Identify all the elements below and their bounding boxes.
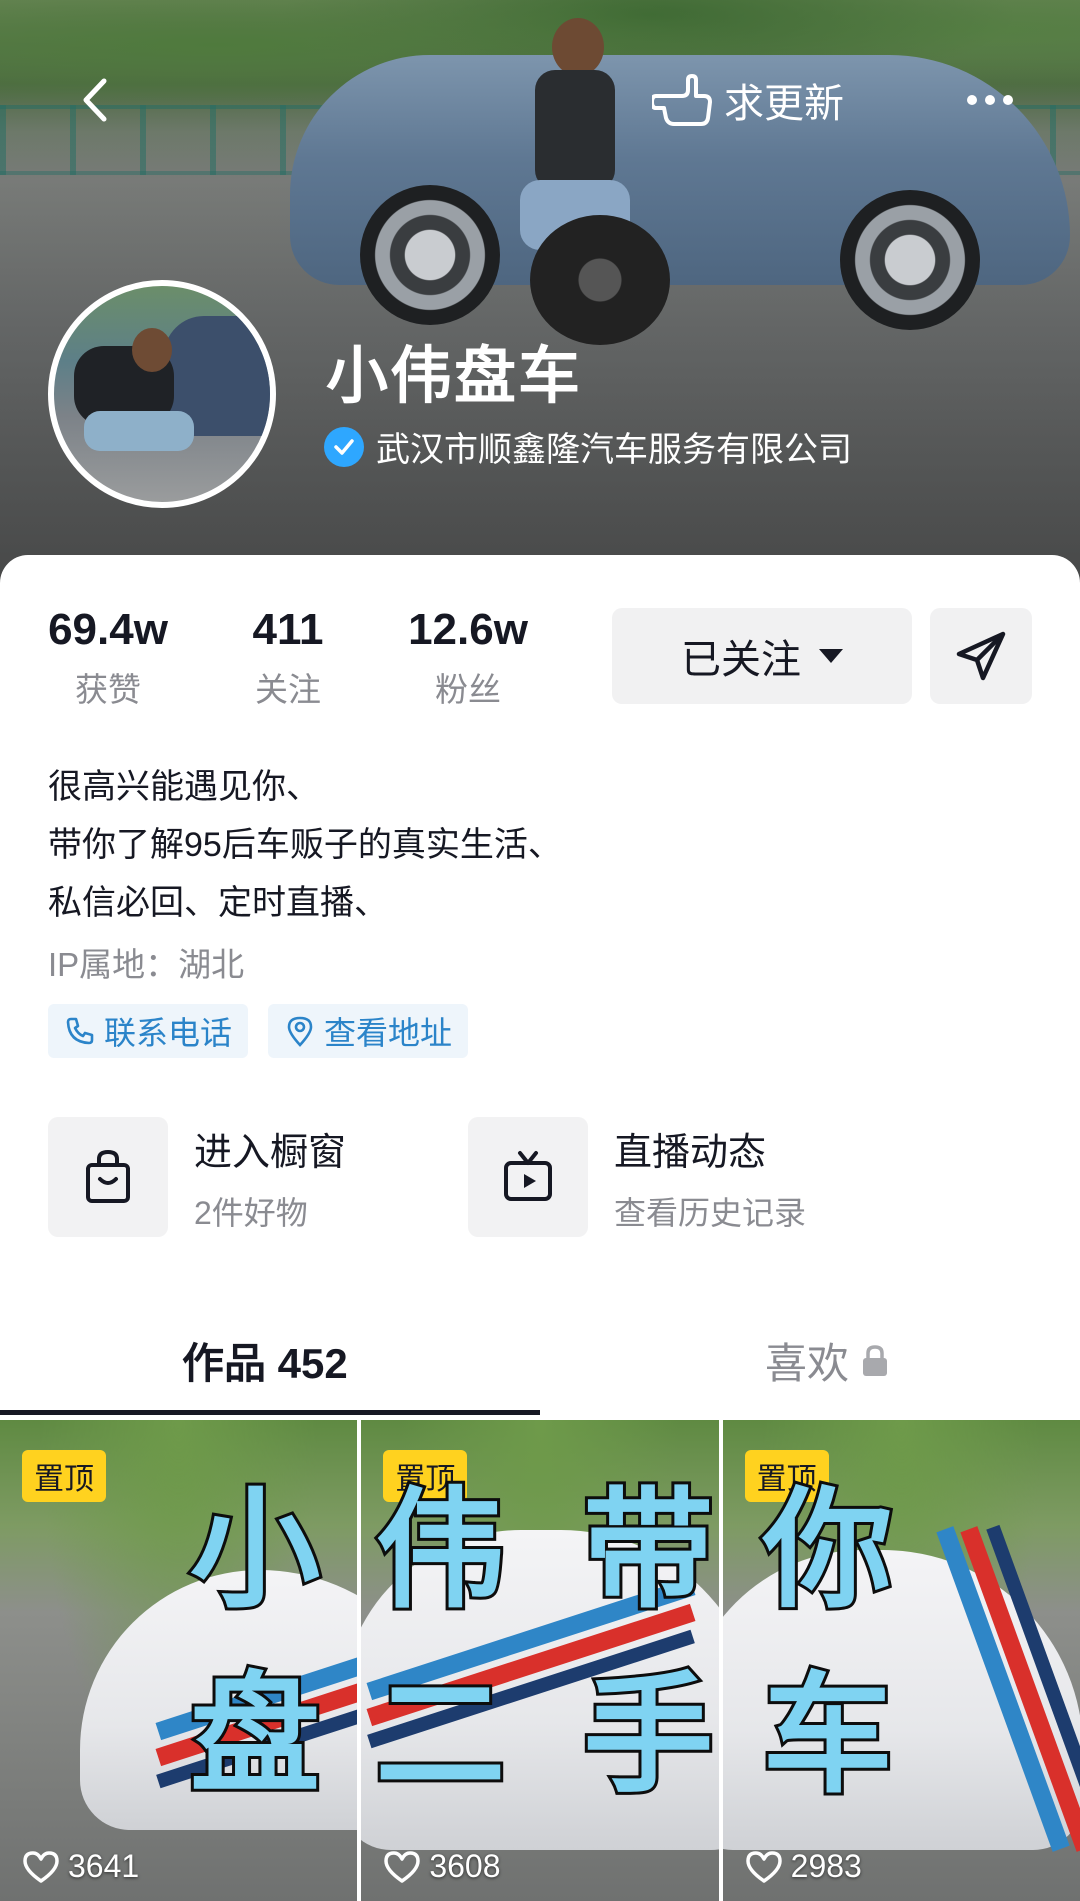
- stat-following-label: 关注: [255, 671, 321, 708]
- overlay-char: 车: [760, 1662, 896, 1808]
- bio-line: 很高兴能遇见你、: [48, 768, 320, 806]
- tab-works[interactable]: 作品 452: [182, 1330, 348, 1391]
- live-activity-title: 直播动态: [614, 1131, 767, 1174]
- message-button[interactable]: [930, 608, 1032, 704]
- video-like-count: 3641: [22, 1848, 139, 1885]
- live-activity-icon-box: [468, 1117, 588, 1237]
- video-grid: 置顶 小 盘 3641 置顶 伟 带 二 手 3608 置顶 你 车 2983: [0, 1420, 1080, 1901]
- verified-badge-icon: [324, 426, 364, 467]
- tv-icon: [504, 1151, 552, 1201]
- stat-likes-label: 获赞: [75, 671, 141, 708]
- send-icon: [956, 631, 1006, 681]
- video-thumbnail[interactable]: 置顶 小 盘 3641: [0, 1420, 358, 1901]
- pointing-hand-icon: [652, 74, 712, 126]
- ip-location: IP属地：湖北: [48, 946, 245, 983]
- banner-car-front-wheel: [360, 185, 500, 325]
- overlay-char: 你: [760, 1477, 896, 1623]
- pinned-badge: 置顶: [22, 1450, 106, 1502]
- overlay-char: 二: [372, 1662, 508, 1808]
- phone-icon: [66, 1017, 94, 1045]
- request-update-button[interactable]: 求更新: [652, 68, 844, 132]
- heart-icon: [384, 1850, 421, 1883]
- video-like-count: 2983: [745, 1848, 862, 1885]
- video-like-count-value: 2983: [790, 1848, 862, 1884]
- stat-following-value: 411: [252, 605, 324, 654]
- view-address-label: 查看地址: [324, 1015, 453, 1051]
- avatar[interactable]: [48, 280, 276, 508]
- shop-window-title: 进入橱窗: [194, 1131, 347, 1174]
- stat-followers[interactable]: 12.6w 粉丝: [406, 605, 530, 711]
- heart-icon: [23, 1850, 59, 1883]
- live-activity-entry[interactable]: 直播动态 查看历史记录: [468, 1117, 806, 1237]
- shop-window-subtitle: 2件好物: [194, 1194, 308, 1231]
- verified-organization[interactable]: 武汉市顺鑫隆汽车服务有限公司: [324, 422, 852, 471]
- caret-down-icon: [819, 649, 843, 663]
- banner-car-rear-wheel: [840, 190, 980, 330]
- stat-followers-value: 12.6w: [408, 605, 528, 654]
- live-activity-subtitle: 查看历史记录: [614, 1194, 807, 1231]
- banner-person: [500, 10, 670, 345]
- tab-likes-label: 喜欢: [765, 1340, 850, 1387]
- request-update-label: 求更新: [724, 82, 844, 126]
- video-like-count-value: 3608: [429, 1848, 501, 1884]
- overlay-char: 小: [187, 1477, 323, 1623]
- shop-window-icon-box: [48, 1117, 168, 1237]
- video-like-count-value: 3641: [68, 1848, 140, 1884]
- stat-following[interactable]: 411 关注: [228, 605, 348, 711]
- overlay-char: 伟: [372, 1477, 508, 1623]
- following-label: 已关注: [681, 638, 801, 682]
- active-tab-indicator: [0, 1410, 540, 1415]
- verified-organization-name: 武汉市顺鑫隆汽车服务有限公司: [376, 431, 852, 469]
- heart-icon: [745, 1850, 782, 1883]
- bio-line: 私信必回、定时直播、: [48, 884, 388, 922]
- tab-likes[interactable]: 喜欢: [765, 1330, 889, 1391]
- bio: 很高兴能遇见你、 带你了解95后车贩子的真实生活、 私信必回、定时直播、: [48, 758, 562, 932]
- contact-phone-label: 联系电话: [104, 1015, 233, 1051]
- lock-icon: [863, 1344, 888, 1376]
- location-pin-icon: [287, 1016, 313, 1047]
- stat-followers-label: 粉丝: [435, 671, 501, 708]
- stat-likes-value: 69.4w: [48, 605, 168, 654]
- more-dot-icon: [967, 95, 977, 105]
- video-thumbnail[interactable]: 置顶 伟 带 二 手 3608: [361, 1420, 719, 1901]
- overlay-char: 带: [580, 1477, 716, 1623]
- bio-line: 带你了解95后车贩子的真实生活、: [48, 826, 562, 864]
- shopping-bag-icon: [86, 1149, 130, 1203]
- chevron-left-icon: [83, 78, 107, 122]
- shop-window-entry[interactable]: 进入橱窗 2件好物: [48, 1117, 346, 1237]
- video-like-count: 3608: [383, 1848, 501, 1885]
- following-button[interactable]: 已关注: [612, 608, 912, 704]
- contact-phone-chip[interactable]: 联系电话: [48, 1004, 249, 1058]
- stat-likes[interactable]: 69.4w 获赞: [48, 605, 168, 711]
- video-thumbnail[interactable]: 置顶 你 车 2983: [722, 1420, 1080, 1901]
- profile-nickname: 小伟盘车: [326, 342, 583, 411]
- overlay-char: 手: [580, 1662, 716, 1808]
- overlay-char: 盘: [187, 1662, 323, 1808]
- more-options-button[interactable]: [955, 72, 1025, 128]
- view-address-chip[interactable]: 查看地址: [268, 1004, 469, 1058]
- back-button[interactable]: [72, 75, 122, 125]
